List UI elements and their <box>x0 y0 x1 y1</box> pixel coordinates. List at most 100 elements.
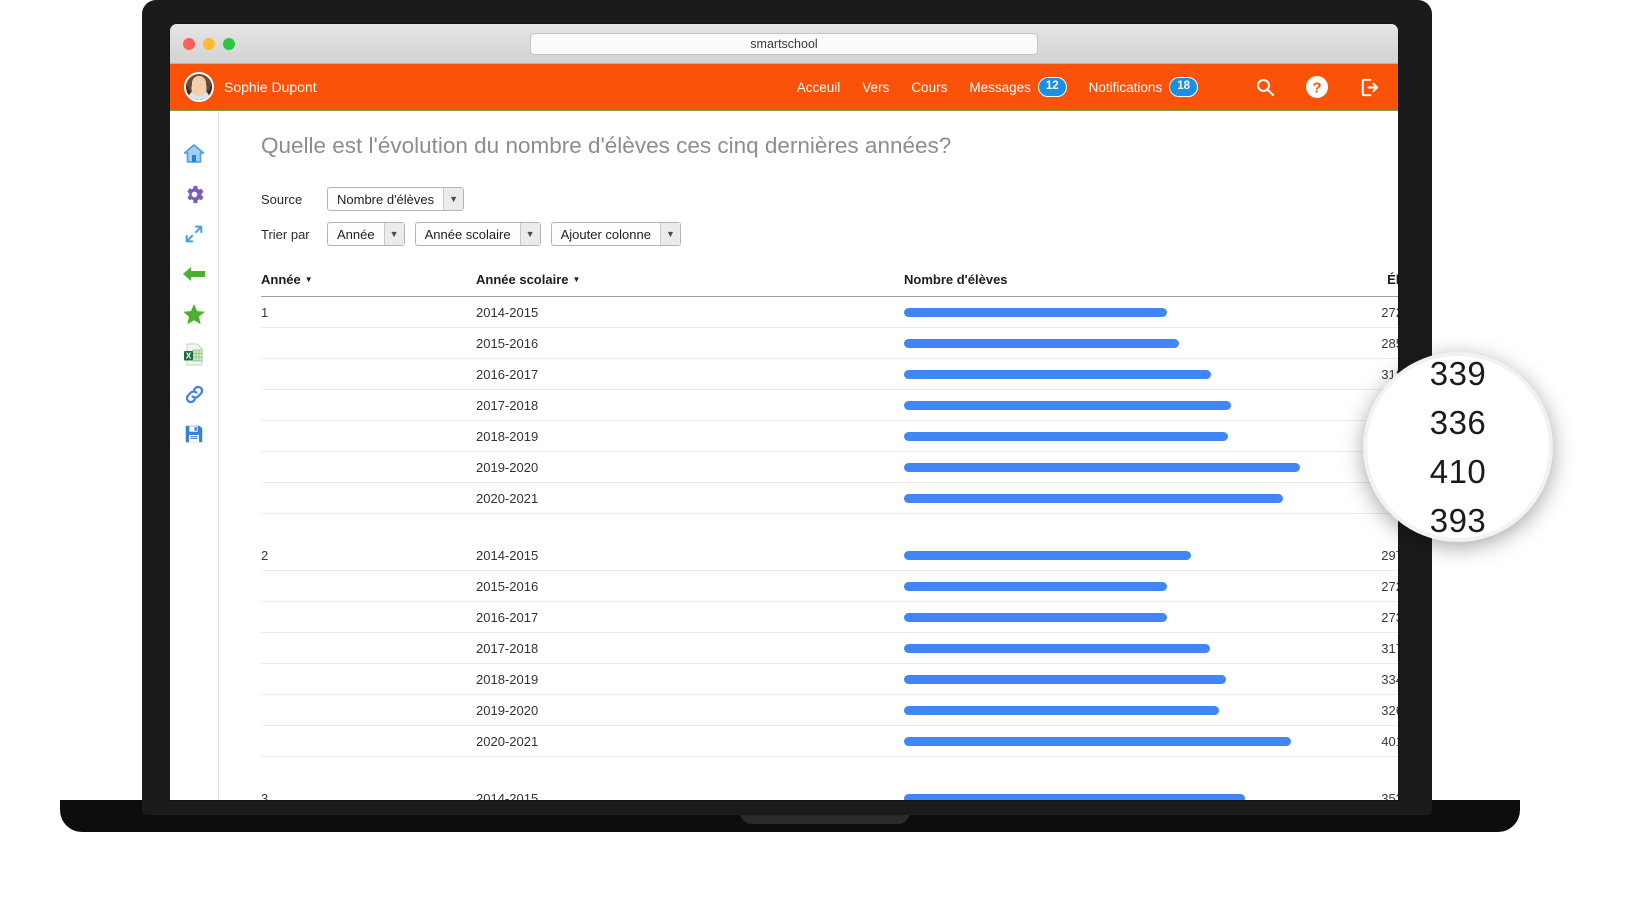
svg-text:?: ? <box>1312 80 1321 97</box>
cell-bar <box>904 736 1317 746</box>
link-icon[interactable] <box>181 381 207 407</box>
table-group: 3 2014-2015 353 <box>261 783 1398 800</box>
table-row[interactable]: 2017-2018 317 <box>261 633 1398 664</box>
table-row[interactable]: 1 2014-2015 272 <box>261 297 1398 328</box>
user-profile[interactable]: Sophie Dupont <box>184 72 317 102</box>
sidebar: X <box>170 111 219 800</box>
column-header-bar[interactable]: Nombre d'élèves <box>904 272 1317 287</box>
logout-icon[interactable] <box>1354 72 1384 102</box>
table-group: 12014-20152722015-20162852016-2017318201… <box>261 297 1398 514</box>
table-row[interactable]: 2018-2019 334 <box>261 664 1398 695</box>
table-row[interactable]: 2015-2016 272 <box>261 571 1398 602</box>
column-header-school-year-label: Année scolaire <box>476 272 569 287</box>
excel-export-icon[interactable]: X <box>181 341 207 367</box>
column-header-school-year[interactable]: Année scolaire ▼ <box>476 272 904 287</box>
nav-item-notifications[interactable]: Notifications 18 <box>1088 77 1198 97</box>
cell-count: 401 <box>1381 733 1398 749</box>
nav-item-messages[interactable]: Messages 12 <box>969 77 1067 97</box>
add-column-select[interactable]: Ajouter colonne ▼ <box>550 222 681 246</box>
nav-item-vers[interactable]: Vers <box>862 80 889 95</box>
cell-school-year: 2015-2016 <box>476 578 539 594</box>
table-row[interactable]: 2016-2017 318 <box>261 359 1398 390</box>
cell-school-year: 2014-2015 <box>476 304 539 320</box>
magnified-value-1: 339 <box>1429 354 1487 392</box>
column-header-year[interactable]: Année ▼ <box>261 272 476 287</box>
bar <box>904 493 1283 503</box>
notifications-badge: 18 <box>1169 77 1198 97</box>
column-header-year-label: Année <box>261 272 301 287</box>
nav-label-notifications: Notifications <box>1088 79 1163 95</box>
main-content: Quelle est l'évolution du nombre d'élève… <box>219 111 1398 800</box>
table-group: 22014-20152972015-20162722016-2017273201… <box>261 540 1398 757</box>
collapse-icon[interactable] <box>181 221 207 247</box>
window-controls[interactable] <box>183 37 235 50</box>
cell-count: 334 <box>1381 671 1398 687</box>
sort-select-annee-value: Année <box>337 226 375 242</box>
source-filter-row: Source Nombre d'élèves ▼ <box>261 187 1398 211</box>
browser-window: smartschool Sophie Dupont Acceuil Vers C… <box>170 24 1398 800</box>
data-table: Année ▼ Année scolaire ▼ Nombre d'élèves É… <box>261 272 1398 800</box>
bar <box>904 550 1191 560</box>
cell-bar <box>904 581 1317 591</box>
help-icon[interactable]: ? <box>1302 72 1332 102</box>
cell-bar <box>904 369 1317 379</box>
address-bar[interactable]: smartschool <box>530 32 1038 55</box>
table-header-row: Année ▼ Année scolaire ▼ Nombre d'élèves É… <box>261 272 1398 297</box>
cell-bar <box>904 338 1317 348</box>
cell-school-year: 2014-2015 <box>476 790 539 801</box>
magnified-value-3: 410 <box>1429 452 1487 490</box>
sort-select-annee[interactable]: Année ▼ <box>327 222 405 246</box>
cell-school-year: 2018-2019 <box>476 671 539 687</box>
cell-bar <box>904 493 1317 503</box>
cell-year: 2 <box>261 547 269 563</box>
minimize-window-button[interactable] <box>203 37 215 50</box>
table-row[interactable]: 2020-2021393 <box>261 483 1398 514</box>
column-header-count[interactable]: Él. <box>1317 272 1398 287</box>
sort-select-annee-scolaire[interactable]: Année scolaire ▼ <box>414 222 541 246</box>
cell-count: 272 <box>1381 578 1398 594</box>
home-icon[interactable] <box>181 141 207 167</box>
table-row[interactable]: 2018-2019336 <box>261 421 1398 452</box>
svg-text:X: X <box>186 351 192 360</box>
cell-bar <box>904 307 1317 317</box>
table-row[interactable]: 2019-2020 326 <box>261 695 1398 726</box>
browser-titlebar: smartschool <box>170 24 1398 64</box>
source-select[interactable]: Nombre d'élèves ▼ <box>327 187 465 211</box>
nav-item-cours[interactable]: Cours <box>911 80 947 95</box>
cell-bar <box>904 705 1317 715</box>
cell-count: 326 <box>1381 702 1398 718</box>
back-arrow-icon[interactable] <box>181 261 207 287</box>
bar <box>904 369 1211 379</box>
cell-bar <box>904 431 1317 441</box>
cell-bar <box>904 674 1317 684</box>
column-header-count-label: Él. <box>1387 272 1398 287</box>
gear-icon[interactable] <box>181 181 207 207</box>
page-title: Quelle est l'évolution du nombre d'élève… <box>261 133 952 158</box>
star-icon[interactable] <box>181 301 207 327</box>
table-row[interactable]: 2 2014-2015 297 <box>261 540 1398 571</box>
table-row[interactable]: 2015-2016 285 <box>261 328 1398 359</box>
bar <box>904 793 1245 800</box>
table-row[interactable]: 2019-2020410 <box>261 452 1398 483</box>
table-row[interactable]: 2017-2018339 <box>261 390 1398 421</box>
cell-year: 3 <box>261 790 269 801</box>
cell-school-year: 2020-2021 <box>476 490 539 506</box>
table-row[interactable]: 2020-2021 401 <box>261 726 1398 757</box>
cell-count: 273 <box>1381 609 1398 625</box>
source-select-value: Nombre d'élèves <box>337 191 435 207</box>
table-row[interactable]: 3 2014-2015 353 <box>261 783 1398 800</box>
avatar <box>184 72 214 102</box>
cell-school-year: 2019-2020 <box>476 702 539 718</box>
sort-filter-row: Trier par Année ▼ Année scolaire ▼ Ajout… <box>261 222 1398 246</box>
nav-item-acceuil[interactable]: Acceuil <box>797 80 841 95</box>
close-window-button[interactable] <box>183 37 195 50</box>
cell-year: 1 <box>261 304 269 320</box>
maximize-window-button[interactable] <box>223 37 235 50</box>
cell-count: 297 <box>1381 547 1398 563</box>
cell-bar <box>904 400 1317 410</box>
cell-school-year: 2016-2017 <box>476 609 539 625</box>
save-icon[interactable] <box>181 421 207 447</box>
search-icon[interactable] <box>1250 72 1280 102</box>
table-row[interactable]: 2016-2017 273 <box>261 602 1398 633</box>
user-name: Sophie Dupont <box>224 79 317 95</box>
